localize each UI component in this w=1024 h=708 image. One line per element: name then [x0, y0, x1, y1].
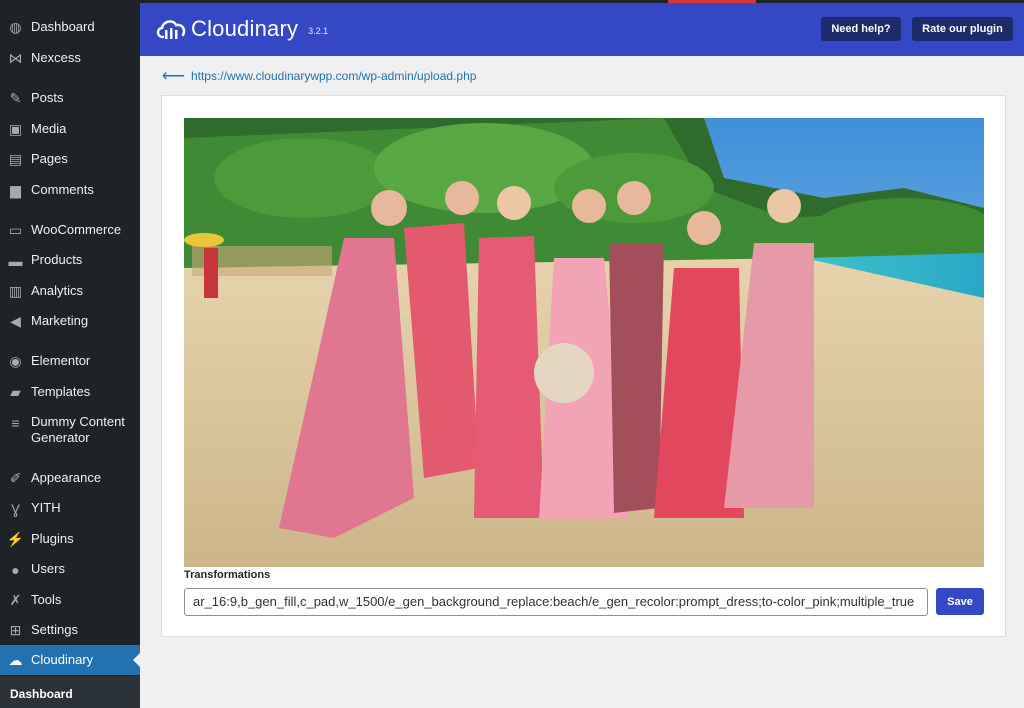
transformations-input[interactable]: ar_16:9,b_gen_fill,c_pad,w_1500/e_gen_ba…	[184, 588, 928, 616]
sidebar-item-label: Templates	[31, 384, 91, 399]
sidebar-item-label: Media	[31, 121, 67, 136]
transformations-value: ar_16:9,b_gen_fill,c_pad,w_1500/e_gen_ba…	[193, 594, 915, 609]
pin-icon: ✎	[9, 90, 22, 106]
woocommerce-icon: ▭	[8, 222, 23, 238]
sidebar-item-cloudinary[interactable]: ☁ Cloudinary	[0, 645, 140, 675]
sidebar-item-label: Cloudinary	[31, 652, 94, 667]
arrow-left-icon: ⟵	[162, 68, 185, 85]
sidebar-item-label: Posts	[31, 90, 64, 105]
rate-plugin-button[interactable]: Rate our plugin	[912, 17, 1013, 41]
save-button[interactable]: Save	[936, 588, 984, 615]
sidebar-item-label: Products	[31, 252, 83, 267]
folder-icon: ▰	[10, 384, 21, 400]
sidebar-item-analytics[interactable]: ▥ Analytics	[0, 283, 140, 300]
sidebar-item-label: Plugins	[31, 531, 74, 546]
nexcess-icon: ⋈	[8, 50, 23, 66]
sidebar-item-label: YITH	[31, 500, 61, 515]
sidebar-item-appearance[interactable]: ✐ Appearance	[0, 470, 140, 487]
sidebar-item-woocommerce[interactable]: ▭ WooCommerce	[0, 222, 140, 239]
sidebar-item-posts[interactable]: ✎ Posts	[0, 90, 140, 107]
pages-icon: ▤	[8, 151, 23, 167]
wrench-icon: ✗	[9, 592, 22, 608]
sidebar-item-label: Analytics	[31, 283, 84, 298]
submenu-dashboard[interactable]: Dashboard	[0, 676, 140, 708]
sidebar-item-comments[interactable]: ▆ Comments	[0, 182, 140, 199]
sidebar-item-plugins[interactable]: ⚡ Plugins	[0, 531, 140, 548]
sidebar-item-label: Settings	[31, 622, 78, 637]
sidebar-item-label: Dummy Content Generator	[31, 414, 125, 445]
comment-icon: ▆	[10, 182, 21, 198]
sidebar-item-media[interactable]: ▣ Media	[0, 121, 140, 138]
need-help-button[interactable]: Need help?	[821, 17, 901, 41]
sidebar-item-label: Elementor	[31, 353, 91, 368]
plugin-header: Cloudinary 3.2.1 Need help? Rate our plu…	[140, 0, 1024, 56]
sidebar-item-label: Appearance	[31, 470, 102, 485]
plugin-version: 3.2.1	[308, 26, 329, 36]
paintbrush-icon: ✐	[9, 470, 22, 486]
sidebar-item-products[interactable]: ▬ Products	[0, 252, 140, 269]
preview-image	[184, 118, 984, 567]
cloudinary-logo-icon	[156, 20, 186, 39]
image-editor-card: Transformations ar_16:9,b_gen_fill,c_pad…	[161, 95, 1006, 637]
elementor-icon: ◉	[9, 353, 22, 369]
settings-icon: ⊞	[9, 622, 22, 638]
brand-name: Cloudinary	[191, 16, 299, 41]
sidebar-item-templates[interactable]: ▰ Templates	[0, 384, 140, 401]
sidebar-item-label: Pages	[31, 151, 68, 166]
transformations-label: Transformations	[184, 569, 271, 581]
megaphone-icon: ◀	[10, 313, 21, 329]
sidebar-item-nexcess[interactable]: ⋈ Nexcess	[0, 50, 140, 67]
sidebar-item-elementor[interactable]: ◉ Elementor	[0, 353, 140, 370]
dashboard-icon: ◍	[9, 19, 22, 35]
sidebar-item-dashboard[interactable]: ◍ Dashboard	[0, 19, 140, 36]
sidebar-item-yith[interactable]: Ɣ YITH	[0, 500, 140, 517]
cloud-icon: ☁	[8, 651, 23, 668]
preview-image-graphic	[184, 118, 984, 567]
back-link-url: https://www.cloudinarywpp.com/wp-admin/u…	[190, 69, 477, 83]
sidebar-item-dummy-content-generator[interactable]: ≡ Dummy Content Generator	[0, 414, 140, 446]
media-icon: ▣	[8, 121, 23, 137]
sidebar-item-pages[interactable]: ▤ Pages	[0, 151, 140, 168]
sidebar-item-label: WooCommerce	[31, 222, 122, 237]
back-link[interactable]: ⟵ https://www.cloudinarywpp.com/wp-admin…	[162, 66, 476, 86]
sidebar-item-label: Users	[31, 561, 65, 576]
database-icon: ≡	[11, 414, 20, 431]
sidebar-item-settings[interactable]: ⊞ Settings	[0, 622, 140, 639]
admin-bar-accent	[668, 0, 756, 3]
sidebar-item-marketing[interactable]: ◀ Marketing	[0, 313, 140, 330]
sidebar-item-label: Dashboard	[31, 19, 95, 34]
sidebar-item-label: Comments	[31, 182, 94, 197]
sidebar-item-label: Marketing	[31, 313, 89, 328]
yith-icon: Ɣ	[11, 500, 20, 517]
sidebar-item-users[interactable]: ● Users	[0, 561, 140, 578]
user-icon: ●	[11, 561, 20, 578]
analytics-icon: ▥	[8, 283, 23, 299]
sidebar-item-label: Nexcess	[31, 50, 81, 65]
sidebar-item-label: Tools	[31, 592, 62, 607]
sidebar-item-tools[interactable]: ✗ Tools	[0, 592, 140, 609]
products-icon: ▬	[8, 252, 23, 269]
plugin-icon: ⚡	[6, 531, 25, 547]
submenu-dashboard-label: Dashboard	[10, 687, 73, 701]
cloudinary-brand: Cloudinary 3.2.1	[155, 16, 328, 42]
